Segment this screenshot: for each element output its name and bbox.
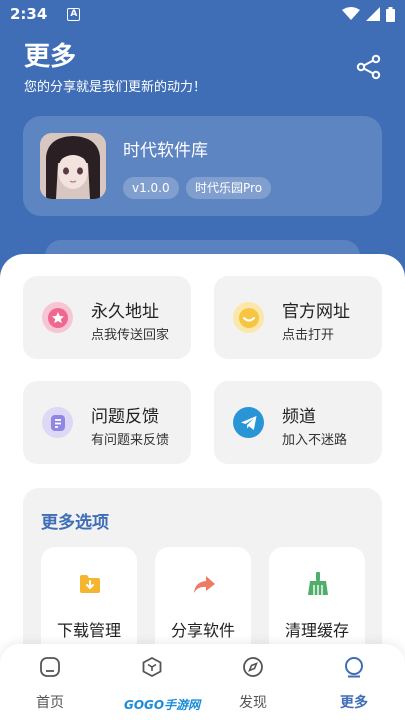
home-icon: [40, 657, 60, 677]
tile-subtitle: 加入不迷路: [282, 433, 348, 448]
tile-title: 官方网址: [282, 302, 350, 322]
feedback-icon: [42, 407, 73, 438]
avatar: [40, 133, 106, 199]
status-bar: 2:34 A: [0, 0, 405, 28]
download-manager-button[interactable]: 下载管理: [41, 547, 137, 657]
nav-home[interactable]: 首页: [15, 656, 85, 716]
watermark-text: GOGO手游网: [124, 697, 201, 712]
nav-apps[interactable]: GOGO手游网: [117, 656, 200, 716]
chat-bubble-icon: [233, 302, 264, 333]
app-name: 时代软件库: [123, 141, 208, 161]
option-label: 下载管理: [56, 621, 121, 640]
notification-icon: A: [67, 7, 81, 21]
variant-badge: 时代乐园Pro: [186, 177, 272, 199]
telegram-icon: [233, 407, 264, 438]
watermark: GOGO手游网: [124, 694, 200, 714]
app-profile-card: 时代软件库 v1.0.0 时代乐园Pro: [23, 116, 382, 216]
version-badge: v1.0.0: [123, 177, 179, 199]
tile-title: 频道: [282, 407, 316, 427]
option-label: 清理缓存: [284, 621, 349, 640]
tile-subtitle: 有问题来反馈: [91, 433, 170, 448]
share-icon: [356, 54, 381, 80]
permanent-address-tile[interactable]: 永久地址 点我传送回家: [23, 276, 191, 359]
nav-label: 更多: [340, 695, 368, 711]
wifi-icon: [342, 7, 360, 20]
broom-icon: [308, 572, 328, 595]
page-subtitle: 您的分享就是我们更新的动力！: [24, 80, 207, 95]
channel-tile[interactable]: 频道 加入不迷路: [214, 381, 382, 464]
tile-subtitle: 点我传送回家: [91, 328, 170, 343]
share-app-button[interactable]: 分享软件: [155, 547, 251, 657]
more-circle-icon: [345, 657, 363, 678]
compass-icon: [243, 657, 263, 677]
share-arrow-icon: [194, 576, 215, 593]
more-options-title: 更多选项: [41, 513, 109, 533]
star-icon: [42, 302, 73, 333]
tile-title: 问题反馈: [91, 407, 159, 427]
battery-icon: [386, 6, 395, 22]
page-title: 更多: [24, 42, 77, 72]
nav-label: 发现: [239, 695, 267, 711]
nav-discover[interactable]: 发现: [218, 656, 288, 716]
clear-cache-button[interactable]: 清理缓存: [269, 547, 365, 657]
download-folder-icon: [80, 575, 100, 593]
cube-icon: [142, 656, 162, 678]
nav-label: 首页: [36, 695, 64, 711]
feedback-tile[interactable]: 问题反馈 有问题来反馈: [23, 381, 191, 464]
share-button[interactable]: [352, 50, 386, 84]
nav-more[interactable]: 更多: [319, 656, 389, 716]
official-site-tile[interactable]: 官方网址 点击打开: [214, 276, 382, 359]
tile-subtitle: 点击打开: [282, 328, 335, 343]
signal-icon: [366, 7, 380, 21]
status-time: 2:34: [10, 5, 48, 23]
bottom-nav: 首页 GOGO手游网 发现 更多: [0, 644, 405, 720]
tile-title: 永久地址: [91, 302, 159, 322]
status-indicators: [342, 6, 395, 22]
option-label: 分享软件: [170, 621, 235, 640]
